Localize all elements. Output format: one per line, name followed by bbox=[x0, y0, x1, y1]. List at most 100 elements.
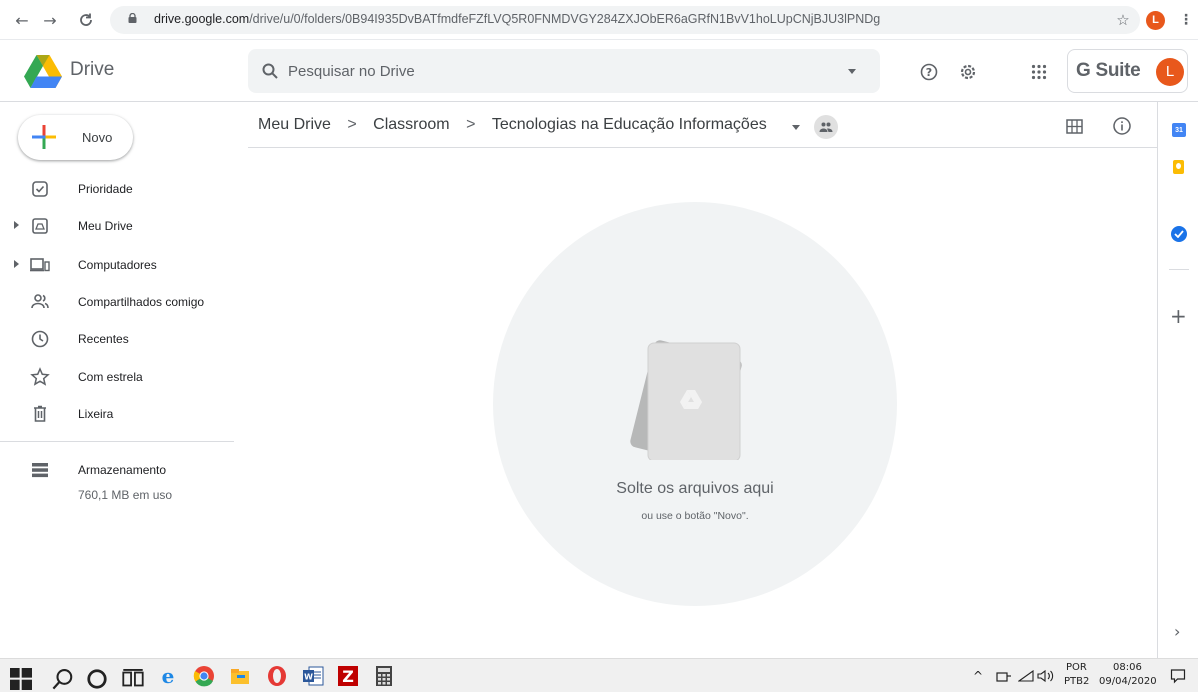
gsuite-text: G Suite bbox=[1076, 60, 1141, 81]
word-icon[interactable]: W bbox=[302, 665, 324, 687]
url-host: drive.google.com bbox=[154, 12, 250, 26]
cortana-icon[interactable] bbox=[86, 668, 108, 690]
breadcrumb-item[interactable]: Classroom bbox=[373, 116, 449, 134]
sidebar-item-label: Compartilhados comigo bbox=[78, 295, 205, 309]
tasks-icon[interactable] bbox=[1171, 226, 1187, 242]
svg-text:Z: Z bbox=[342, 667, 354, 686]
new-button[interactable]: Novo bbox=[18, 115, 133, 160]
task-view-icon[interactable] bbox=[122, 668, 144, 690]
expand-panel-chevron-icon[interactable]: › bbox=[1174, 622, 1180, 641]
svg-text:?: ? bbox=[926, 66, 932, 79]
breadcrumb-item[interactable]: Meu Drive bbox=[258, 116, 331, 134]
file-explorer-icon[interactable] bbox=[229, 665, 251, 687]
lock-icon bbox=[128, 13, 137, 23]
sidebar-storage[interactable]: Armazenamento 760,1 MB em uso bbox=[0, 454, 240, 504]
tray-chevron-up-icon[interactable]: ^ bbox=[973, 669, 983, 683]
sidebar-item-label: Computadores bbox=[78, 258, 157, 272]
keep-icon[interactable] bbox=[1173, 160, 1184, 174]
sidebar-item-label: Prioridade bbox=[78, 182, 133, 196]
drive-empty-files-illustration-icon bbox=[630, 340, 742, 460]
breadcrumb: Meu Drive > Classroom > Tecnologias na E… bbox=[258, 116, 767, 138]
bookmark-star-icon[interactable]: ☆ bbox=[1113, 10, 1133, 30]
url-path: /drive/u/0/folders/0B94I935DvBATfmdfeFZf… bbox=[249, 12, 881, 26]
internet-explorer-icon[interactable]: e bbox=[157, 665, 179, 687]
priority-icon bbox=[32, 181, 48, 197]
back-arrow-icon[interactable]: ← bbox=[12, 10, 32, 30]
drop-zone-title: Solte os arquivos aqui bbox=[616, 480, 774, 497]
breadcrumb-separator: > bbox=[466, 116, 476, 133]
side-panel-divider bbox=[1169, 269, 1189, 270]
breadcrumb-separator: > bbox=[347, 116, 357, 133]
drive-header: Drive Pesquisar no Drive ? G Suite L bbox=[0, 40, 1198, 102]
gsuite-account-switcher[interactable]: G Suite L bbox=[1067, 49, 1188, 93]
clock-date[interactable]: 09/04/2020 bbox=[1099, 676, 1157, 687]
sidebar-item-shared[interactable]: Compartilhados comigo bbox=[0, 286, 240, 318]
calculator-icon[interactable] bbox=[373, 665, 395, 687]
svg-text:W: W bbox=[304, 673, 313, 682]
shared-icon bbox=[31, 294, 49, 309]
clock-time[interactable]: 08:06 bbox=[1113, 662, 1142, 673]
info-icon[interactable] bbox=[1112, 116, 1132, 136]
settings-gear-icon[interactable] bbox=[958, 62, 978, 82]
storage-label: Armazenamento bbox=[78, 463, 167, 477]
reload-icon[interactable] bbox=[76, 10, 96, 30]
network-icon[interactable] bbox=[996, 670, 1012, 683]
help-icon[interactable]: ? bbox=[920, 63, 938, 81]
forward-arrow-icon[interactable]: → bbox=[40, 10, 60, 30]
filezilla-icon[interactable]: Z bbox=[337, 665, 359, 687]
sidebar-item-priority[interactable]: Prioridade bbox=[0, 173, 240, 205]
sidebar-item-label: Meu Drive bbox=[78, 219, 133, 233]
drop-zone[interactable]: Solte os arquivos aqui ou use o botão "N… bbox=[493, 202, 897, 606]
sidebar-item-trash[interactable]: Lixeira bbox=[0, 398, 240, 430]
browser-toolbar: ← → drive.google.com/drive/u/0/folders/0… bbox=[0, 0, 1198, 40]
star-icon bbox=[30, 367, 50, 386]
breadcrumb-current-folder[interactable]: Tecnologias na Educação Informações bbox=[492, 116, 767, 134]
windows-taskbar: e W Z ^ POR PTB2 08:06 09/04/2020 bbox=[0, 658, 1198, 692]
grid-view-icon[interactable] bbox=[1066, 118, 1083, 135]
drop-zone-subtitle: ou use o botão "Novo". bbox=[641, 510, 749, 522]
trash-icon bbox=[34, 405, 46, 422]
sidebar-item-label: Com estrela bbox=[78, 370, 143, 384]
sidebar-item-starred[interactable]: Com estrela bbox=[0, 361, 240, 393]
input-language[interactable]: POR bbox=[1066, 662, 1087, 673]
app-name: Drive bbox=[70, 59, 115, 80]
account-avatar[interactable]: L bbox=[1156, 58, 1184, 86]
calendar-icon[interactable]: 31 bbox=[1172, 123, 1186, 137]
volume-icon[interactable] bbox=[1037, 669, 1055, 683]
side-panel: 31 + › bbox=[1157, 102, 1198, 658]
url-text: drive.google.com/drive/u/0/folders/0B94I… bbox=[154, 12, 880, 26]
wifi-icon[interactable] bbox=[1018, 670, 1034, 683]
expand-arrow-icon[interactable] bbox=[14, 221, 19, 229]
sidebar-item-my-drive[interactable]: Meu Drive bbox=[0, 210, 240, 242]
chrome-icon[interactable] bbox=[193, 665, 215, 687]
add-addon-plus-icon[interactable]: + bbox=[1170, 304, 1187, 328]
my-drive-icon bbox=[32, 218, 48, 234]
computers-icon bbox=[30, 258, 50, 272]
windows-start-icon[interactable] bbox=[10, 668, 32, 690]
search-box[interactable]: Pesquisar no Drive bbox=[248, 49, 880, 93]
toolbar-divider bbox=[248, 147, 1157, 148]
expand-arrow-icon[interactable] bbox=[14, 260, 19, 268]
shared-folder-icon[interactable] bbox=[814, 115, 838, 139]
sidebar-divider bbox=[0, 441, 234, 442]
search-options-dropdown-icon[interactable] bbox=[848, 69, 856, 74]
keyboard-layout[interactable]: PTB2 bbox=[1064, 676, 1089, 687]
apps-grid-icon[interactable] bbox=[1031, 64, 1047, 80]
new-button-label: Novo bbox=[82, 130, 113, 145]
profile-avatar[interactable]: L bbox=[1146, 11, 1165, 30]
folder-dropdown-icon[interactable] bbox=[792, 125, 800, 130]
sidebar-item-recent[interactable]: Recentes bbox=[0, 323, 240, 355]
search-icon[interactable] bbox=[262, 63, 278, 79]
search-input[interactable]: Pesquisar no Drive bbox=[288, 63, 415, 80]
plus-colored-icon bbox=[32, 125, 56, 149]
storage-used-text: 760,1 MB em uso bbox=[78, 488, 173, 502]
clock-icon bbox=[31, 330, 49, 348]
drive-logo-icon[interactable] bbox=[24, 55, 62, 88]
sidebar-item-computers[interactable]: Computadores bbox=[0, 249, 240, 281]
taskbar-search-icon[interactable] bbox=[52, 668, 74, 690]
notifications-icon[interactable] bbox=[1170, 668, 1186, 684]
browser-menu-icon[interactable]: ⋮ bbox=[1176, 10, 1196, 30]
opera-icon[interactable] bbox=[266, 665, 288, 687]
sidebar-item-label: Recentes bbox=[78, 332, 129, 346]
storage-icon bbox=[32, 463, 48, 478]
